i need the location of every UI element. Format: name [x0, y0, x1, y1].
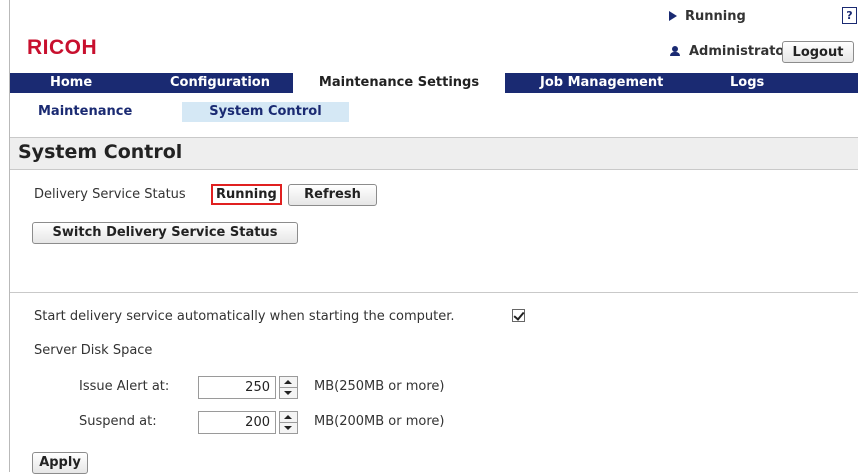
subtab-maintenance[interactable]: Maintenance: [38, 102, 132, 122]
header-service-status: Running: [669, 9, 746, 24]
arrow-down-icon: [284, 426, 292, 430]
play-triangle-icon: [669, 10, 677, 21]
spinner-down-button[interactable]: [280, 423, 297, 433]
tab-logs[interactable]: Logs: [730, 73, 764, 93]
arrow-down-icon: [284, 391, 292, 395]
tab-job-management[interactable]: Job Management: [540, 73, 663, 93]
suspend-input[interactable]: 200: [198, 411, 276, 434]
help-icon[interactable]: ?: [842, 7, 857, 24]
spinner-up-button[interactable]: [280, 412, 297, 423]
auto-start-checkbox[interactable]: [512, 309, 525, 322]
arrow-up-icon: [284, 415, 292, 419]
section-divider: [10, 292, 858, 293]
issue-alert-unit: MB(250MB or more): [314, 379, 445, 394]
suspend-unit: MB(200MB or more): [314, 414, 445, 429]
tab-configuration[interactable]: Configuration: [170, 73, 270, 93]
disk-space-label: Server Disk Space: [34, 343, 153, 358]
suspend-spinner[interactable]: [279, 411, 298, 434]
issue-alert-label: Issue Alert at:: [79, 379, 170, 394]
subtab-system-control[interactable]: System Control: [182, 102, 349, 122]
suspend-label: Suspend at:: [79, 414, 157, 429]
switch-delivery-status-button[interactable]: Switch Delivery Service Status: [32, 222, 298, 244]
issue-alert-input[interactable]: 250: [198, 376, 276, 399]
delivery-status-label: Delivery Service Status: [34, 187, 186, 202]
auto-start-label: Start delivery service automatically whe…: [34, 309, 455, 324]
section-header: System Control: [10, 137, 858, 170]
tab-maintenance-settings[interactable]: Maintenance Settings: [293, 73, 505, 93]
spinner-down-button[interactable]: [280, 388, 297, 398]
tab-home[interactable]: Home: [50, 73, 92, 93]
user-name: Administrator: [689, 44, 791, 59]
refresh-button[interactable]: Refresh: [288, 184, 377, 206]
main-nav: Home Configuration Maintenance Settings …: [10, 73, 858, 93]
user-icon: [670, 45, 680, 56]
ricoh-logo: RICOH: [27, 36, 98, 59]
spinner-up-button[interactable]: [280, 377, 297, 388]
logout-button[interactable]: Logout: [782, 41, 854, 63]
left-border: [9, 0, 10, 472]
header-user: Administrator: [670, 44, 791, 59]
arrow-up-icon: [284, 380, 292, 384]
page-title: System Control: [18, 141, 183, 163]
header-status-text: Running: [685, 9, 746, 24]
delivery-status-value: Running: [211, 184, 282, 205]
issue-alert-spinner[interactable]: [279, 376, 298, 399]
apply-button[interactable]: Apply: [32, 452, 88, 474]
